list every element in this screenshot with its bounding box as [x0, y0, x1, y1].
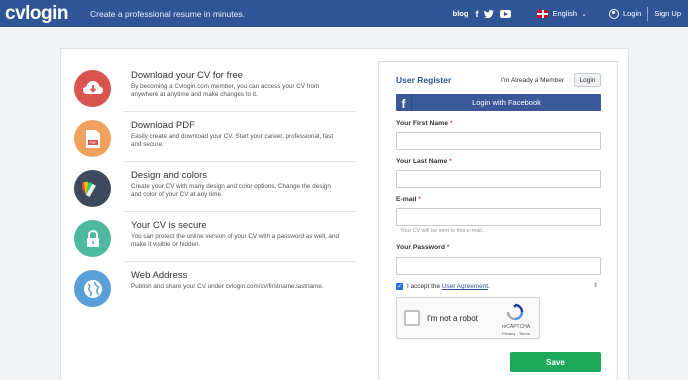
accept-agreement-text: I accept the User Agreement.: [407, 283, 490, 290]
top-right-menu: blog f English ⌄ Login Sign Up: [453, 0, 688, 27]
password-label: Your Password *: [396, 244, 450, 251]
user-icon: [608, 8, 619, 19]
twitter-icon[interactable]: [484, 9, 495, 18]
feature-title: Download your CV for free: [131, 70, 243, 81]
feature-design-colors: Design and colors Create your CV with ma…: [74, 170, 341, 207]
feature-download-cv: Download your CV for free By becoming a …: [74, 70, 341, 107]
email-label: E-mail *: [396, 196, 421, 203]
recaptcha-logo-icon: [506, 303, 524, 321]
language-selector[interactable]: English: [552, 9, 577, 18]
divider: [647, 6, 649, 21]
email-input[interactable]: [396, 208, 601, 226]
divider: [123, 161, 355, 162]
feature-cv-secure: Your CV is secure You can protect the on…: [74, 220, 341, 257]
chevron-down-icon[interactable]: ⌄: [581, 10, 587, 18]
svg-text:PDF: PDF: [89, 141, 96, 145]
feature-title: Your CV is secure: [131, 220, 207, 231]
color-palette-icon: [74, 170, 111, 207]
divider: [123, 261, 355, 262]
blog-link[interactable]: blog: [453, 9, 469, 18]
password-input[interactable]: [396, 257, 601, 275]
save-button[interactable]: Save: [510, 352, 601, 372]
main-card: Download your CV for free By becoming a …: [60, 48, 629, 380]
globe-icon: [74, 270, 111, 307]
sort-arrows-icon: ⇕: [593, 283, 599, 289]
top-navigation-bar: cvlogin Create a professional resume in …: [0, 0, 688, 27]
padlock-icon: [74, 220, 111, 257]
header-login-link[interactable]: Login: [623, 9, 641, 18]
feature-web-address: Web Address Publish and share your CV un…: [74, 270, 341, 307]
last-name-label: Your Last Name *: [396, 158, 452, 165]
accept-agreement-checkbox[interactable]: ✓: [396, 283, 403, 290]
download-cloud-icon: [74, 70, 111, 107]
already-member-text: I'm Already a Member: [501, 77, 565, 84]
first-name-label: Your First Name *: [396, 120, 453, 127]
feature-description: Publish and share your CV under cvlogin.…: [131, 283, 324, 290]
facebook-login-button[interactable]: f Login with Facebook: [396, 94, 601, 111]
member-login-button[interactable]: Login: [574, 73, 601, 87]
recaptcha-label: I'm not a robot: [427, 314, 478, 323]
email-hint: Your CV will be sent to this e-mail.: [400, 228, 484, 234]
feature-title: Download PDF: [131, 120, 195, 131]
site-logo[interactable]: cvlogin: [5, 3, 69, 25]
register-panel: User Register I'm Already a Member Login…: [378, 61, 618, 380]
divider: [123, 211, 355, 212]
divider: [123, 111, 355, 112]
tagline: Create a professional resume in minutes.: [90, 8, 245, 19]
uk-flag-icon: [537, 9, 549, 18]
recaptcha-widget: I'm not a robot reCAPTCHA Privacy - Term…: [396, 297, 540, 339]
feature-download-pdf: PDF Download PDF Easily create and downl…: [74, 120, 341, 157]
pdf-file-icon: PDF: [74, 120, 111, 157]
user-agreement-link[interactable]: User Agreement: [442, 283, 488, 290]
first-name-input[interactable]: [396, 132, 601, 150]
feature-description: By becoming a Cvlogin.com member, you ca…: [131, 83, 320, 98]
recaptcha-brand: reCAPTCHA: [501, 324, 531, 330]
signup-link[interactable]: Sign Up: [654, 9, 681, 18]
feature-description: Easily create and download your CV. Star…: [131, 133, 334, 148]
facebook-icon: f: [396, 94, 412, 111]
feature-description: You can protect the online version of yo…: [131, 233, 340, 248]
feature-description: Create your CV with many design and colo…: [131, 183, 331, 198]
register-title: User Register: [396, 75, 452, 85]
last-name-input[interactable]: [396, 170, 601, 188]
recaptcha-checkbox[interactable]: [404, 310, 420, 326]
facebook-icon[interactable]: f: [475, 9, 478, 19]
recaptcha-terms-link[interactable]: Privacy - Terms: [496, 331, 536, 336]
youtube-icon[interactable]: [500, 9, 512, 18]
feature-title: Web Address: [131, 270, 188, 281]
facebook-login-label: Login with Facebook: [472, 98, 541, 107]
feature-title: Design and colors: [131, 170, 208, 181]
